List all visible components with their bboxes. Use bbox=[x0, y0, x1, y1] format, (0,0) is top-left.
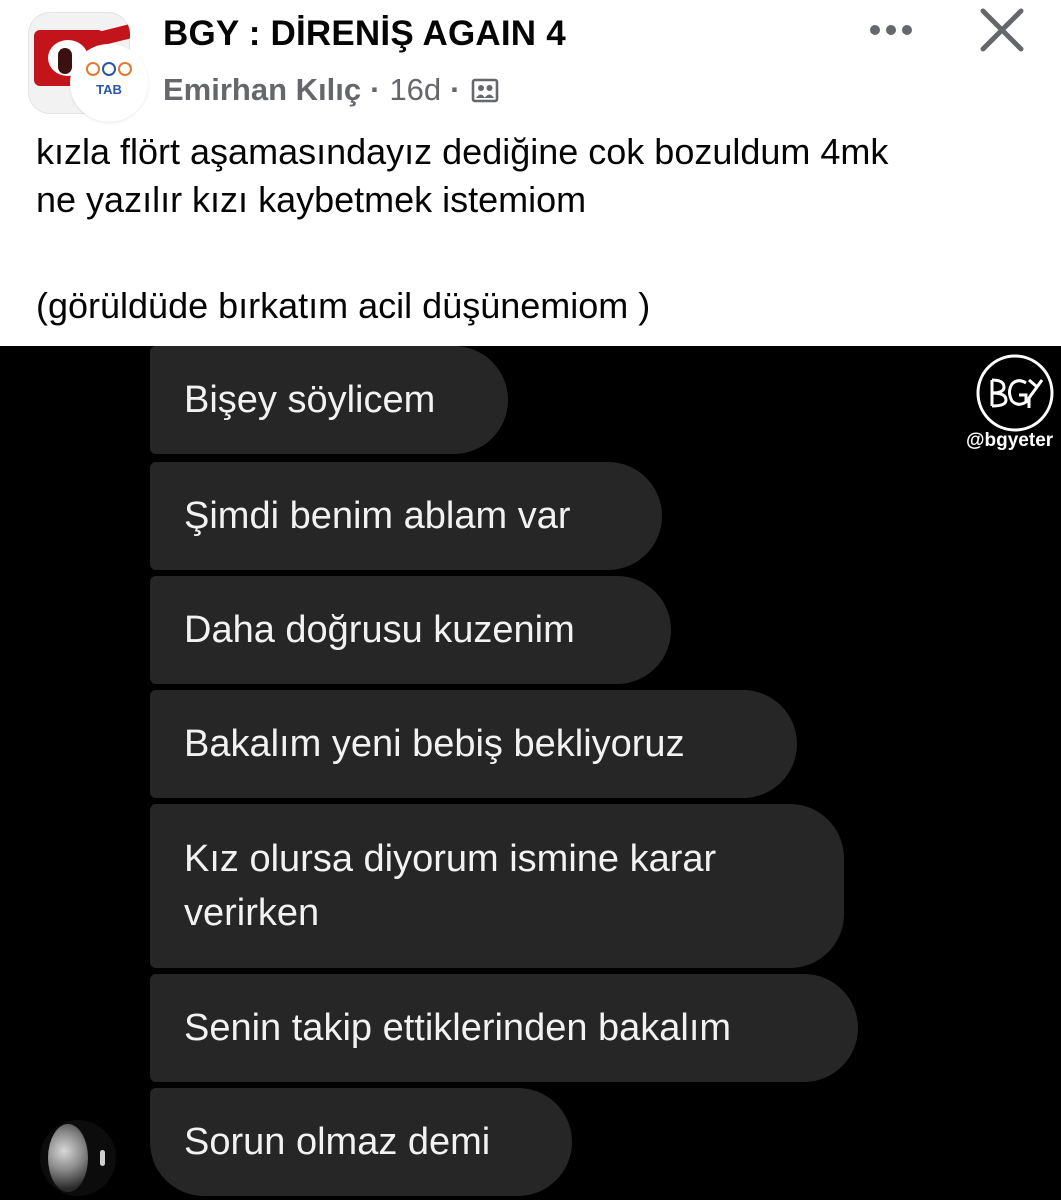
message-bubble: Daha doğrusu kuzenim bbox=[150, 576, 671, 684]
message-text: Sorun olmaz demi bbox=[184, 1121, 491, 1163]
message-text: Bakalım yeni bebiş bekliyoruz bbox=[184, 723, 685, 765]
close-icon[interactable] bbox=[974, 2, 1030, 58]
post-meta: Emirhan Kılıç · 16d · bbox=[163, 70, 500, 110]
group-members-icon bbox=[471, 78, 498, 103]
more-options-icon[interactable] bbox=[856, 12, 926, 48]
message-text: Şimdi benim ablam var bbox=[184, 495, 571, 537]
message-text: Senin takip ettiklerinden bakalım bbox=[184, 1007, 732, 1049]
meta-separator: · bbox=[370, 72, 381, 107]
chat-screenshot: Bişey söylicem Şimdi benim ablam var Dah… bbox=[0, 346, 1061, 1200]
post-time[interactable]: 16d bbox=[389, 72, 441, 108]
watermark-handle: @bgyeter bbox=[966, 430, 1054, 451]
author-avatar[interactable]: TAB bbox=[72, 46, 146, 120]
sender-avatar bbox=[40, 1120, 116, 1196]
message-text: Kız olursa diyorum ismine karar verirken bbox=[184, 838, 717, 934]
message-text: Bişey söylicem bbox=[184, 379, 436, 421]
group-name[interactable]: BGY : DİRENİŞ AGAIN 4 bbox=[163, 14, 566, 54]
post-text-line: ne yazılır kızı kaybetmek istemiom bbox=[36, 179, 587, 220]
bgy-watermark-logo bbox=[976, 354, 1054, 432]
post-text-line: kızla flört aşamasındayız dediğine cok b… bbox=[36, 131, 889, 172]
post-text: kızla flört aşamasındayız dediğine cok b… bbox=[36, 128, 1036, 330]
post-header: TAB BGY : DİRENİŞ AGAIN 4 Emirhan Kılıç … bbox=[0, 0, 1061, 346]
message-bubble: Bakalım yeni bebiş bekliyoruz bbox=[150, 690, 797, 798]
message-bubble: Kız olursa diyorum ismine karar verirken bbox=[150, 804, 844, 968]
message-bubble: Şimdi benim ablam var bbox=[150, 462, 662, 570]
author-name[interactable]: Emirhan Kılıç bbox=[163, 72, 361, 108]
message-text: Daha doğrusu kuzenim bbox=[184, 609, 575, 651]
message-bubble: Senin takip ettiklerinden bakalım bbox=[150, 974, 858, 1082]
meta-separator: · bbox=[450, 72, 461, 107]
message-bubble: Sorun olmaz demi bbox=[150, 1088, 572, 1196]
message-bubble: Bişey söylicem bbox=[150, 346, 508, 454]
post-text-line: (görüldüde bırkatım acil düşünemiom ) bbox=[36, 285, 651, 326]
author-avatar-label: TAB bbox=[96, 82, 122, 97]
